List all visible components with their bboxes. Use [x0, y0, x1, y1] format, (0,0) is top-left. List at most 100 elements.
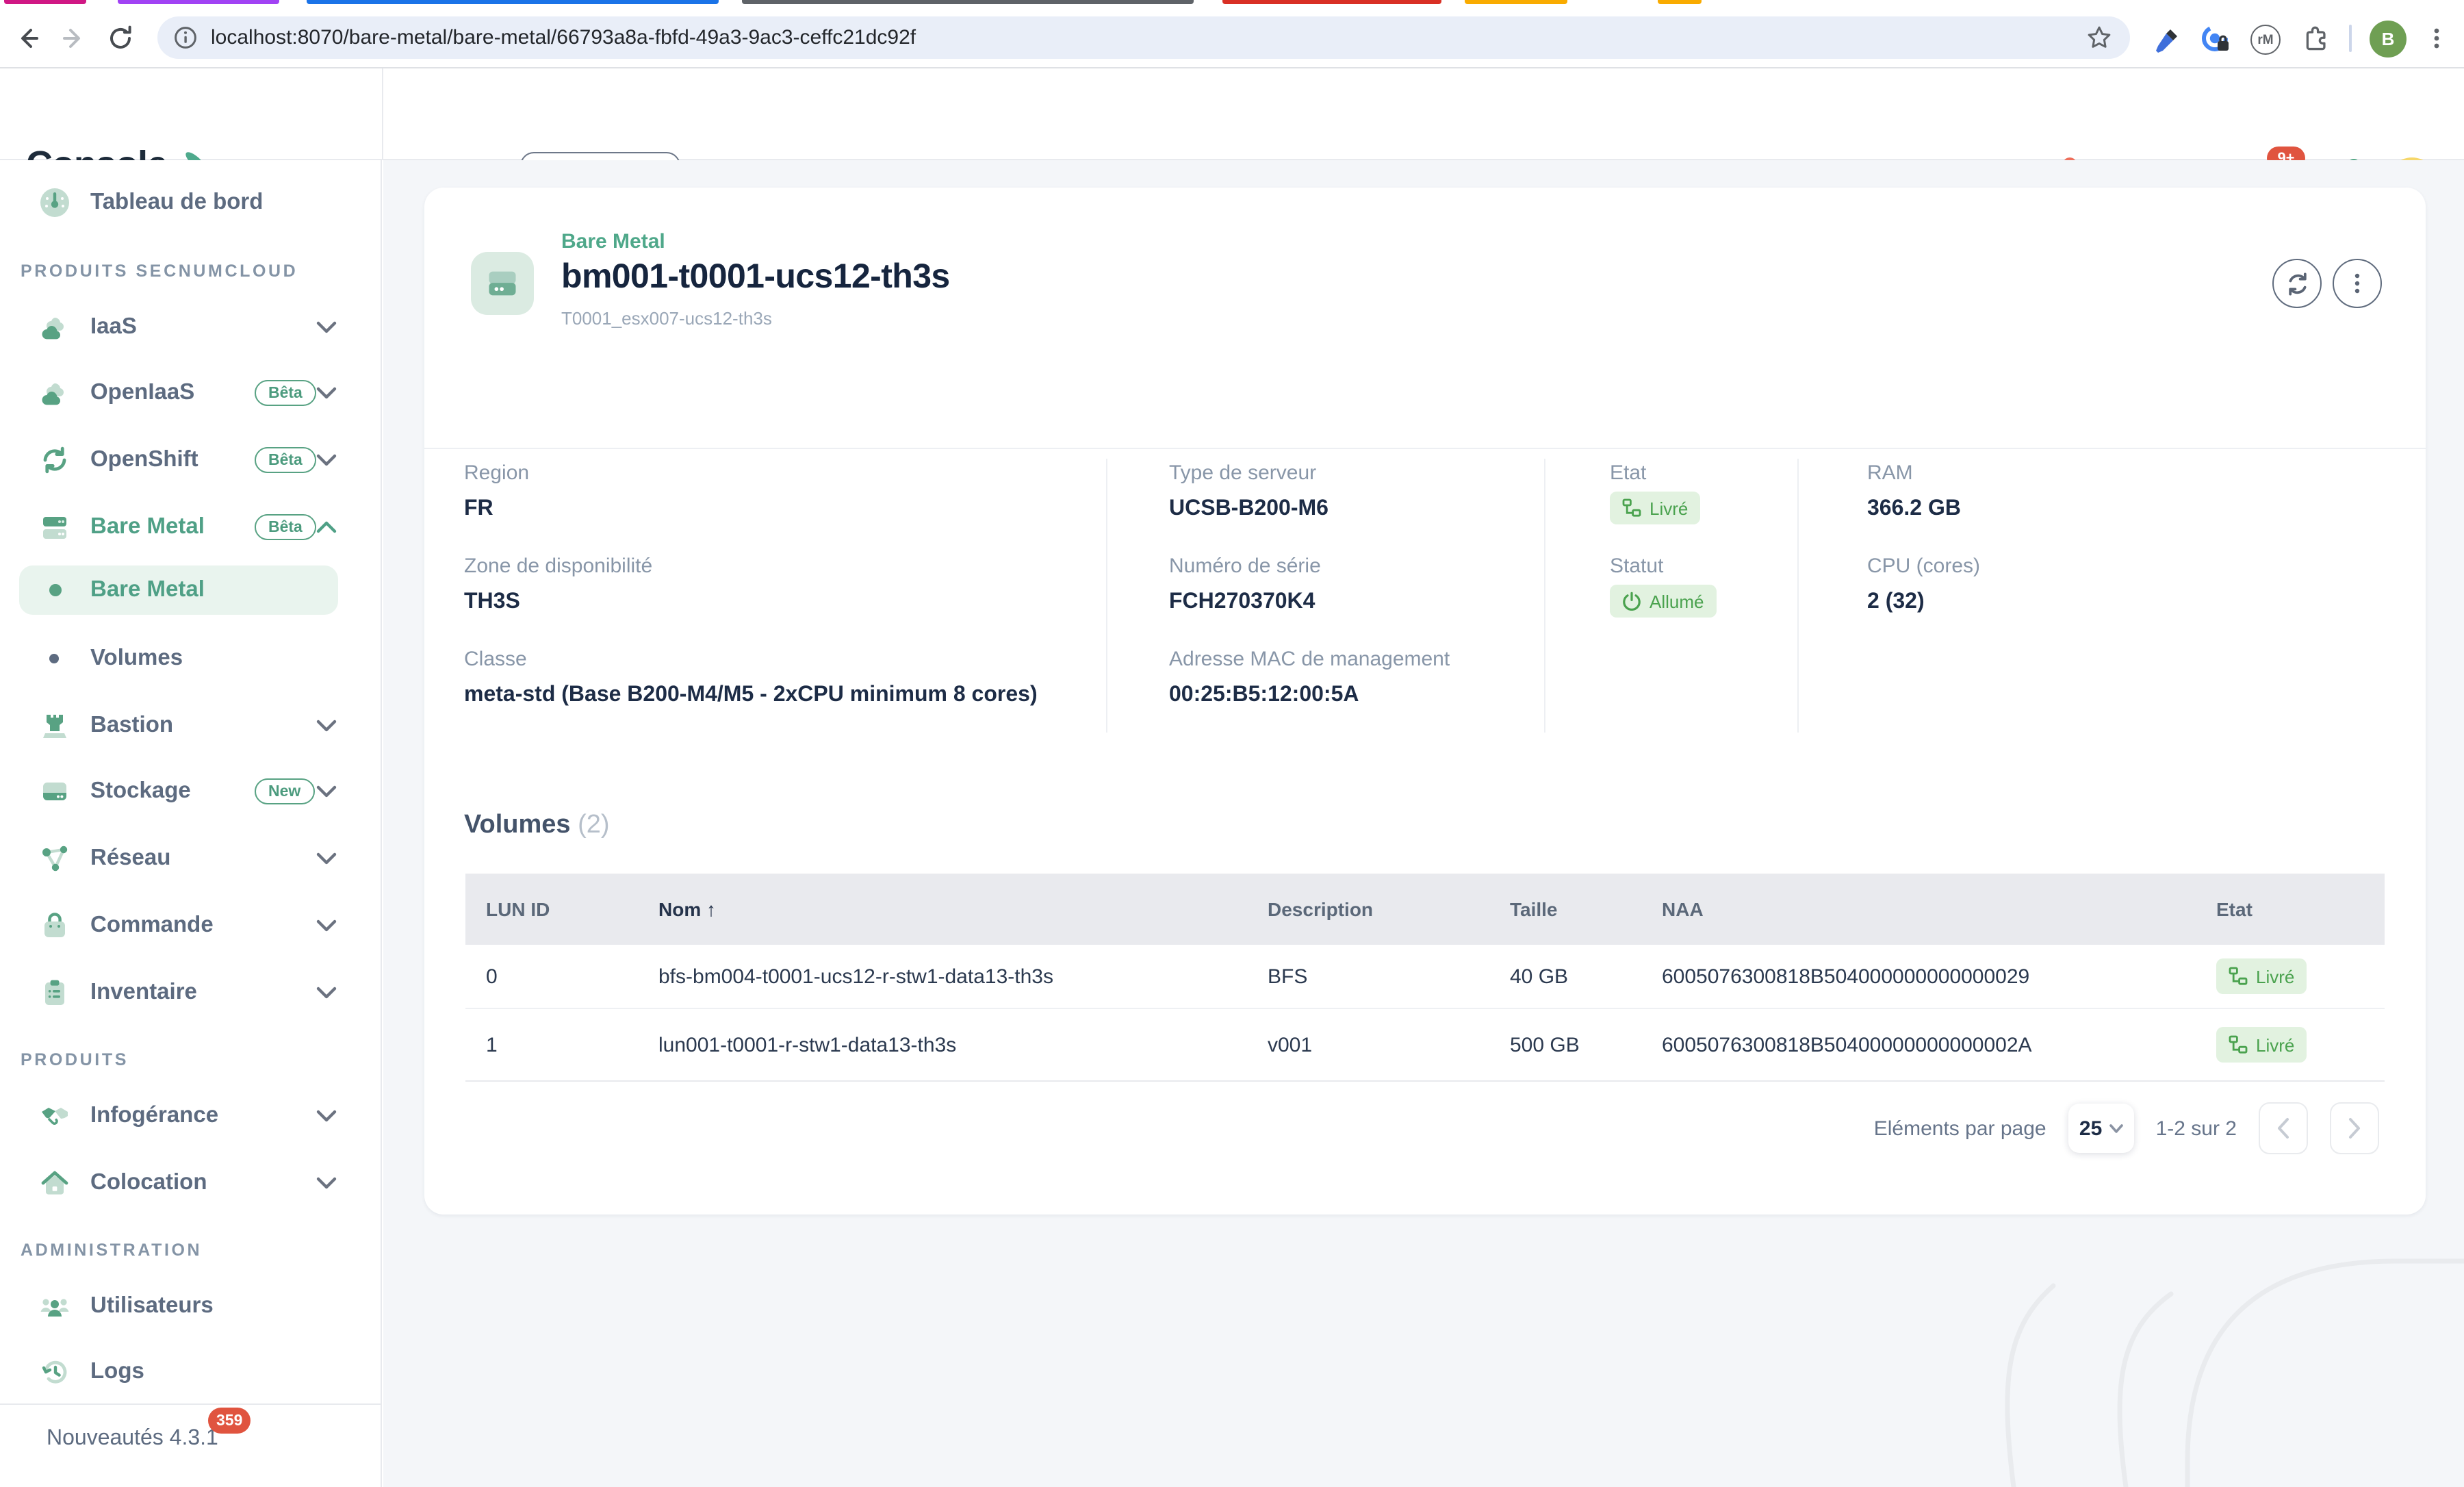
previous-page-button[interactable]: [2259, 1102, 2308, 1154]
field-value: UCSB-B200-M6: [1169, 497, 1329, 522]
beta-badge: Bêta: [255, 514, 316, 540]
sidebar-item-dashboard[interactable]: Tableau de bord: [0, 175, 382, 230]
chevron-up-icon: [316, 521, 337, 533]
sidebar-subitem-bare-metal[interactable]: Bare Metal: [0, 563, 382, 618]
beta-badge: Bêta: [255, 380, 316, 406]
chevron-down-icon: [316, 387, 337, 399]
whats-new-link[interactable]: Nouveautés 4.3.1: [47, 1427, 218, 1451]
cell-lun: 1: [486, 1034, 498, 1057]
rm-extension-button[interactable]: rM: [2249, 23, 2282, 56]
page-size-select[interactable]: 25: [2068, 1104, 2134, 1153]
reload-icon: [107, 25, 134, 52]
chevron-down-icon: [316, 321, 337, 333]
sidebar-item-reseau[interactable]: Réseau: [0, 831, 382, 886]
storage-box-icon: [38, 775, 71, 808]
field-value: 00:25:B5:12:00:5A: [1169, 683, 1359, 708]
eyedropper-icon: [2152, 25, 2182, 55]
chevron-down-icon: [2109, 1123, 2122, 1133]
table-header: LUN ID Nom ↑ Description Taille NAA Etat: [465, 874, 2385, 945]
page-subtitle: T0001_esx007-ucs12-th3s: [561, 308, 772, 329]
sidebar-item-logs[interactable]: Logs: [0, 1345, 382, 1399]
next-page-button[interactable]: [2330, 1102, 2379, 1154]
table-row[interactable]: 1 lun001-t0001-r-stw1-data13-th3s v001 5…: [465, 1009, 2385, 1082]
sidebar-item-infogerance[interactable]: Infogérance: [0, 1089, 382, 1143]
column-header-etat[interactable]: Etat: [2216, 898, 2253, 920]
address-bar[interactable]: localhost:8070/bare-metal/bare-metal/667…: [157, 16, 2130, 59]
sidebar-item-utilisateurs[interactable]: Utilisateurs: [0, 1279, 382, 1334]
browser-profile-avatar[interactable]: B: [2370, 21, 2407, 58]
browser-back-button[interactable]: [5, 16, 49, 60]
sidebar-item-commande[interactable]: Commande: [0, 898, 382, 953]
power-status-badge: Allumé: [1610, 585, 1717, 618]
sidebar-subitem-volumes[interactable]: Volumes: [0, 631, 382, 686]
bookmark-star-button[interactable]: [2085, 23, 2114, 52]
cell-nom: lun001-t0001-r-stw1-data13-th3s: [658, 1034, 956, 1057]
server-stack-icon: [38, 511, 71, 544]
table-row[interactable]: 0 bfs-bm004-t0001-ucs12-r-stw1-data13-th…: [465, 945, 2385, 1009]
field-label: RAM: [1867, 461, 1913, 485]
sidebar-item-inventaire[interactable]: Inventaire: [0, 965, 382, 1020]
lock-extension-icon: [2200, 23, 2233, 56]
dashboard-gauge-icon: [38, 186, 71, 219]
chevron-down-icon: [316, 454, 337, 466]
refresh-cycle-icon: [38, 444, 71, 476]
sidebar-item-colocation[interactable]: Colocation: [0, 1156, 382, 1210]
header-divider: [424, 448, 2426, 449]
refresh-button[interactable]: [2272, 259, 2322, 308]
browser-reload-button[interactable]: [99, 16, 142, 60]
cloud-icon: [38, 377, 71, 409]
field-label: Etat: [1610, 461, 1646, 485]
chevron-down-icon: [316, 852, 337, 865]
chevron-down-icon: [316, 987, 337, 999]
column-header-nom[interactable]: Nom ↑: [658, 898, 716, 920]
browser-forward-button[interactable]: [52, 16, 96, 60]
clipboard-icon: [38, 976, 71, 1009]
shopping-bag-icon: [38, 909, 71, 942]
sidebar-item-bastion[interactable]: Bastion: [0, 698, 382, 753]
column-header-naa[interactable]: NAA: [1662, 898, 1704, 920]
sidebar-item-bare-metal[interactable]: Bare Metal Bêta: [0, 500, 382, 555]
chevron-down-icon: [316, 1110, 337, 1122]
field-label: Region: [464, 461, 529, 485]
history-clock-icon: [38, 1356, 71, 1388]
refresh-icon: [2284, 270, 2310, 296]
pagination-range: 1-2 sur 2: [2156, 1117, 2237, 1140]
eyedropper-extension-button[interactable]: [2151, 23, 2183, 56]
cell-naa: 6005076300818B50400000000000002A: [1662, 1034, 2032, 1057]
users-icon: [38, 1290, 71, 1323]
resource-kind: Bare Metal: [561, 230, 665, 253]
field-value: 2 (32): [1867, 590, 1925, 615]
cell-taille: 500 GB: [1510, 1034, 1580, 1057]
site-info-icon[interactable]: [174, 26, 197, 49]
browser-menu-button[interactable]: [2415, 16, 2459, 60]
column-header-taille[interactable]: Taille: [1510, 898, 1558, 920]
sidebar-item-openshift[interactable]: OpenShift Bêta: [0, 433, 382, 487]
column-header-lun[interactable]: LUN ID: [486, 898, 550, 920]
chevron-down-icon: [316, 720, 337, 732]
pagination: Eléments par page 25 1-2 sur 2: [1874, 1101, 2379, 1156]
network-status-icon: [2229, 1035, 2248, 1054]
whats-new-count-badge: 359: [208, 1408, 251, 1434]
more-actions-button[interactable]: [2333, 259, 2382, 308]
sidebar-item-stockage[interactable]: Stockage New: [0, 764, 382, 819]
bullet-icon: [49, 654, 59, 663]
url-text: localhost:8070/bare-metal/bare-metal/667…: [211, 26, 916, 49]
field-label: Statut: [1610, 555, 1663, 578]
volumes-section-title: Volumes (2): [464, 811, 610, 841]
sidebar-item-iaas[interactable]: IaaS: [0, 300, 382, 355]
page-title: bm001-t0001-ucs12-th3s: [561, 257, 950, 297]
sidebar-item-openiaas[interactable]: OpenIaaS Bêta: [0, 366, 382, 420]
kebab-menu-icon: [2345, 271, 2370, 296]
password-extension-button[interactable]: [2200, 23, 2233, 56]
sidebar-section-secnumcloud: PRODUITS SECNUMCLOUD: [21, 262, 298, 281]
chevron-right-icon: [2348, 1117, 2361, 1139]
cell-nom: bfs-bm004-t0001-ucs12-r-stw1-data13-th3s: [658, 965, 1053, 989]
extensions-button[interactable]: [2300, 23, 2333, 56]
bare-metal-detail-card: Bare Metal bm001-t0001-ucs12-th3s T0001_…: [424, 188, 2426, 1215]
main-content: Bare Metal bm001-t0001-ucs12-th3s T0001_…: [383, 160, 2464, 1487]
column-header-description[interactable]: Description: [1268, 898, 1373, 920]
delivery-status-badge: Livré: [1610, 492, 1700, 524]
sidebar: Tableau de bord PRODUITS SECNUMCLOUD Iaa…: [0, 160, 382, 1487]
sidebar-footer-divider: [0, 1403, 382, 1405]
chevron-left-icon: [2276, 1117, 2290, 1139]
